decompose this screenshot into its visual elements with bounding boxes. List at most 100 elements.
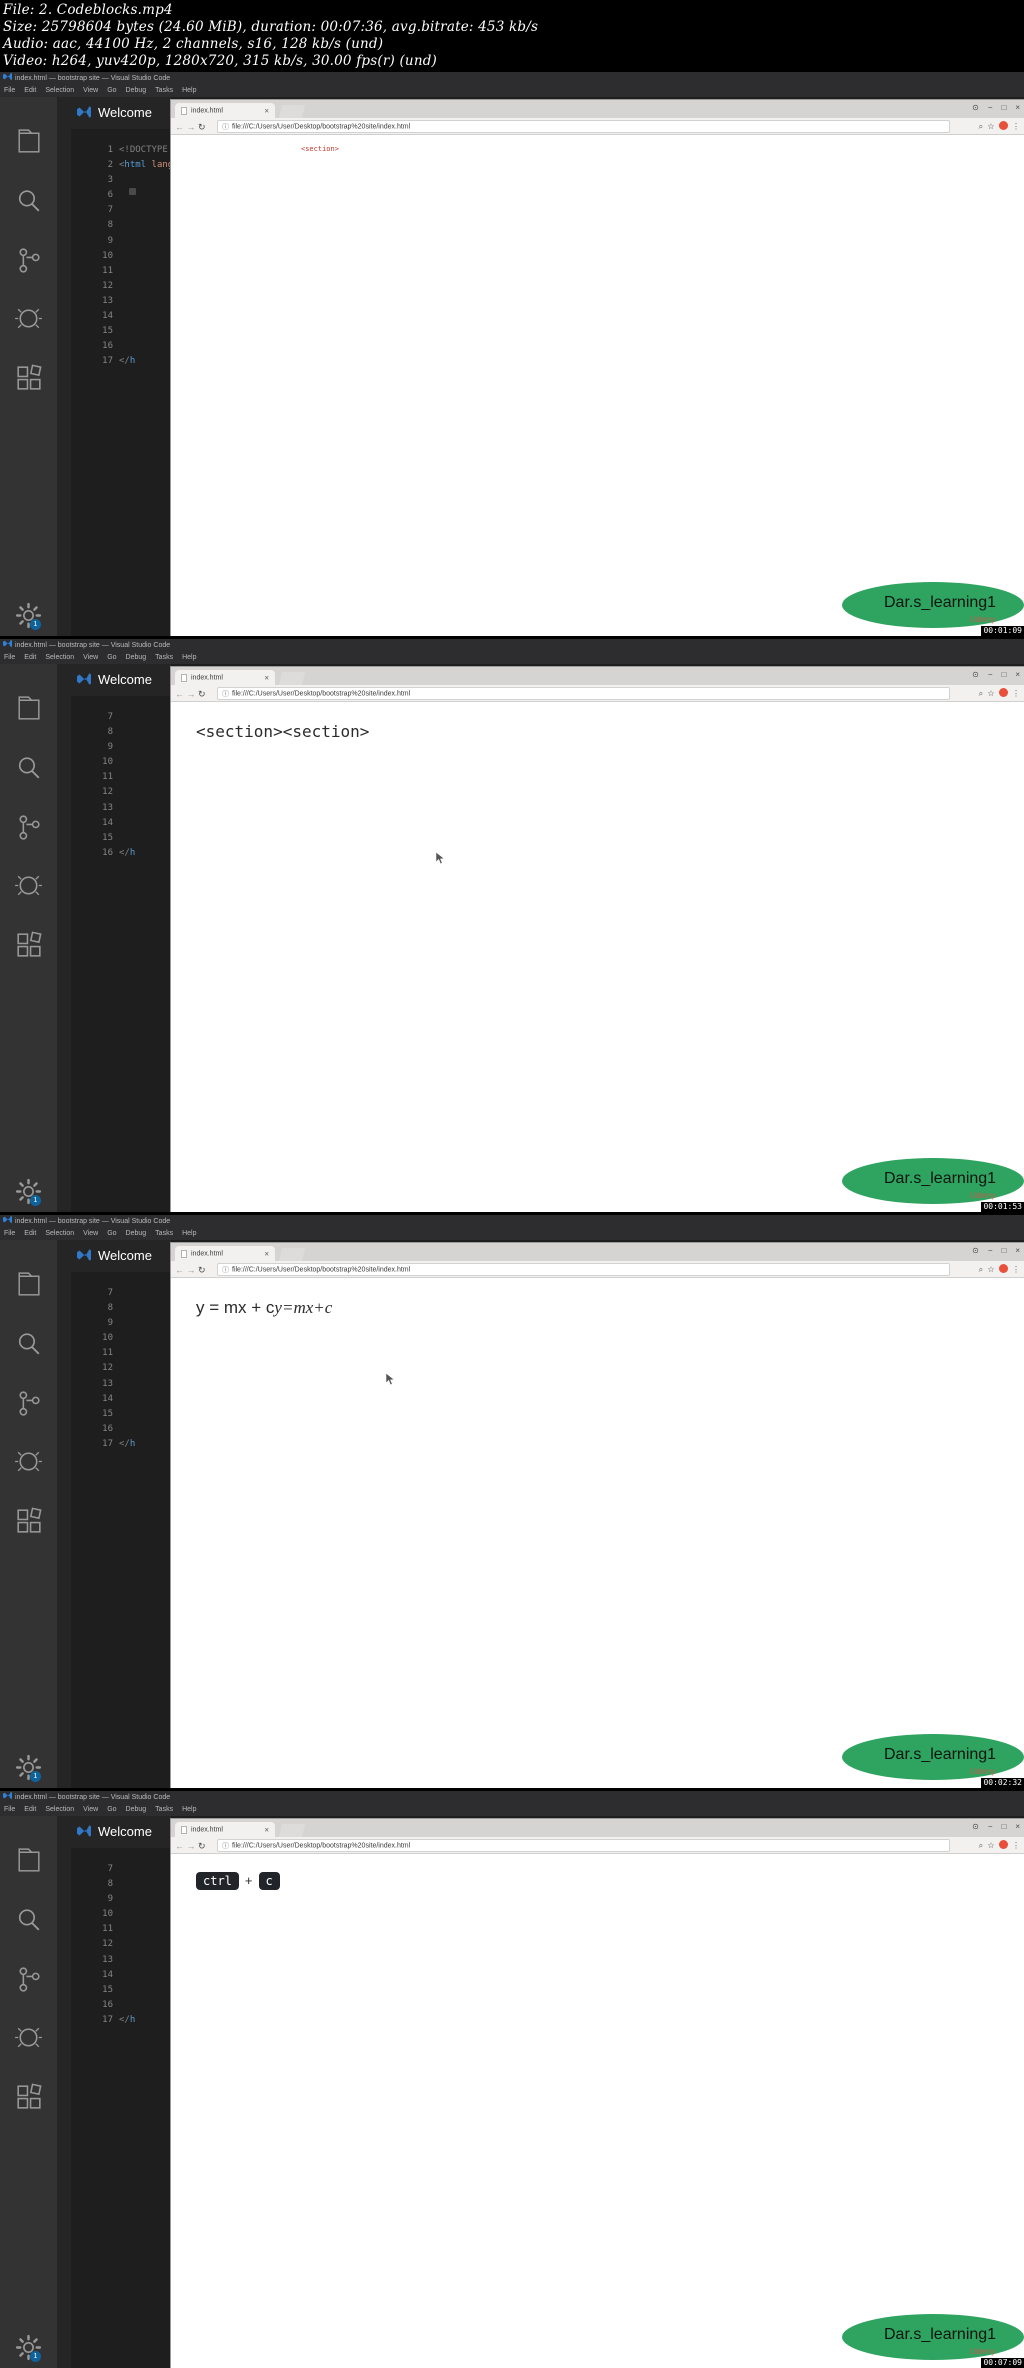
close-tab-icon[interactable]: × xyxy=(264,106,269,115)
extension-block-icon[interactable] xyxy=(998,688,1008,697)
source-control-icon[interactable] xyxy=(12,1962,45,1995)
new-tab-button[interactable] xyxy=(279,1248,305,1261)
run-debug-icon[interactable] xyxy=(12,869,45,902)
close-tab-icon[interactable]: × xyxy=(264,1825,269,1834)
browser-nav-buttons[interactable]: ← → ↻ xyxy=(175,1841,206,1852)
menu-item-help[interactable]: Help xyxy=(182,654,196,661)
window-control-close[interactable]: × xyxy=(1015,670,1020,679)
menu-item-debug[interactable]: Debug xyxy=(126,654,147,661)
vscode-tab-welcome[interactable]: Welcome xyxy=(71,1240,171,1272)
menu-item-file[interactable]: File xyxy=(4,1230,15,1237)
vscode-editor[interactable]: 12367891011121314151617<!DOCTYPE html><h… xyxy=(71,129,171,636)
window-control-maximize[interactable]: □ xyxy=(1001,1822,1006,1831)
close-tab-icon[interactable]: × xyxy=(264,1249,269,1258)
browser-window-controls[interactable]: ⊙ − □ × xyxy=(963,1822,1020,1831)
reload-icon[interactable]: ↻ xyxy=(198,122,206,132)
browser-menu-icon[interactable]: ⋮ xyxy=(1012,689,1020,698)
source-control-icon[interactable] xyxy=(12,243,45,276)
window-control-minimize[interactable]: − xyxy=(988,103,993,112)
run-debug-icon[interactable] xyxy=(12,1445,45,1478)
browser-nav-buttons[interactable]: ← → ↻ xyxy=(175,689,206,700)
menu-item-tasks[interactable]: Tasks xyxy=(155,1230,173,1237)
browser-tab[interactable]: index.html × xyxy=(175,1246,275,1261)
browser-page-content[interactable]: y = mx + cy=mx+c xyxy=(171,1278,1024,1788)
browser-address-bar[interactable]: ⓘ file:///C:/Users/User/Desktop/bootstrap… xyxy=(217,1839,950,1852)
menu-item-selection[interactable]: Selection xyxy=(45,1806,74,1813)
explorer-icon[interactable] xyxy=(12,1844,45,1877)
menu-item-tasks[interactable]: Tasks xyxy=(155,87,173,94)
menu-item-view[interactable]: View xyxy=(83,1806,98,1813)
menu-item-debug[interactable]: Debug xyxy=(126,1230,147,1237)
menu-item-file[interactable]: File xyxy=(4,1806,15,1813)
explorer-icon[interactable] xyxy=(12,692,45,725)
browser-nav-buttons[interactable]: ← → ↻ xyxy=(175,122,206,133)
browser-address-bar[interactable]: ⓘ file:///C:/Users/User/Desktop/bootstrap… xyxy=(217,120,950,133)
window-control-minimize[interactable]: − xyxy=(988,1246,993,1255)
extension-block-icon[interactable] xyxy=(998,121,1008,130)
bookmark-star-icon[interactable]: ☆ xyxy=(988,1841,995,1850)
source-control-icon[interactable] xyxy=(12,1386,45,1419)
extensions-icon[interactable] xyxy=(12,2080,45,2113)
window-control-close[interactable]: × xyxy=(1015,1246,1020,1255)
reload-icon[interactable]: ↻ xyxy=(198,1265,206,1275)
browser-address-bar[interactable]: ⓘ file:///C:/Users/User/Desktop/bootstrap… xyxy=(217,687,950,700)
browser-window-controls[interactable]: ⊙ − □ × xyxy=(963,103,1020,112)
search-icon[interactable] xyxy=(12,184,45,217)
vscode-editor[interactable]: 7 8 9 10 11 12 13 14 15 16 </h xyxy=(71,696,171,1212)
window-control-close[interactable]: × xyxy=(1015,103,1020,112)
browser-menu-icon[interactable]: ⋮ xyxy=(1012,1841,1020,1850)
back-icon[interactable]: ← xyxy=(175,1841,184,1851)
browser-address-bar[interactable]: ⓘ file:///C:/Users/User/Desktop/bootstrap… xyxy=(217,1263,950,1276)
vscode-tab-welcome[interactable]: Welcome xyxy=(71,664,171,696)
forward-icon[interactable]: → xyxy=(187,689,196,699)
window-control-maximize[interactable]: □ xyxy=(1001,670,1006,679)
back-icon[interactable]: ← xyxy=(175,689,184,699)
window-control-menu[interactable]: ⊙ xyxy=(972,1246,979,1255)
window-control-minimize[interactable]: − xyxy=(988,1822,993,1831)
search-icon[interactable]: ⌕ xyxy=(979,1265,983,1274)
reload-icon[interactable]: ↻ xyxy=(198,1841,206,1851)
browser-nav-buttons[interactable]: ← → ↻ xyxy=(175,1265,206,1276)
extensions-icon[interactable] xyxy=(12,1504,45,1537)
forward-icon[interactable]: → xyxy=(187,1841,196,1851)
window-control-menu[interactable]: ⊙ xyxy=(972,1822,979,1831)
search-icon[interactable]: ⌕ xyxy=(979,122,983,131)
new-tab-button[interactable] xyxy=(279,1824,305,1837)
menu-item-tasks[interactable]: Tasks xyxy=(155,654,173,661)
extension-block-icon[interactable] xyxy=(998,1264,1008,1273)
bookmark-star-icon[interactable]: ☆ xyxy=(988,1265,995,1274)
browser-window-controls[interactable]: ⊙ − □ × xyxy=(963,670,1020,679)
menu-item-selection[interactable]: Selection xyxy=(45,654,74,661)
menu-item-edit[interactable]: Edit xyxy=(24,87,36,94)
menu-item-selection[interactable]: Selection xyxy=(45,87,74,94)
search-icon[interactable]: ⌕ xyxy=(979,689,983,698)
close-tab-icon[interactable]: × xyxy=(264,673,269,682)
back-icon[interactable]: ← xyxy=(175,1265,184,1275)
explorer-icon[interactable] xyxy=(12,125,45,158)
browser-toolbar-actions[interactable]: ⌕ ☆ ⋮ xyxy=(979,1264,1020,1275)
browser-toolbar-actions[interactable]: ⌕ ☆ ⋮ xyxy=(979,688,1020,699)
site-info-icon[interactable]: ⓘ xyxy=(222,1265,229,1275)
window-control-menu[interactable]: ⊙ xyxy=(972,670,979,679)
browser-toolbar-actions[interactable]: ⌕ ☆ ⋮ xyxy=(979,1840,1020,1851)
window-control-maximize[interactable]: □ xyxy=(1001,103,1006,112)
folded-region-marker[interactable] xyxy=(129,188,136,195)
new-tab-button[interactable] xyxy=(279,672,305,685)
menu-item-edit[interactable]: Edit xyxy=(24,1230,36,1237)
browser-tab[interactable]: index.html × xyxy=(175,1822,275,1837)
menu-item-debug[interactable]: Debug xyxy=(126,87,147,94)
bookmark-star-icon[interactable]: ☆ xyxy=(988,689,995,698)
search-icon[interactable] xyxy=(12,1327,45,1360)
browser-page-content[interactable]: <section><section> xyxy=(171,702,1024,1212)
source-control-icon[interactable] xyxy=(12,810,45,843)
window-control-menu[interactable]: ⊙ xyxy=(972,103,979,112)
window-control-maximize[interactable]: □ xyxy=(1001,1246,1006,1255)
forward-icon[interactable]: → xyxy=(187,1265,196,1275)
forward-icon[interactable]: → xyxy=(187,122,196,132)
vscode-tab-welcome[interactable]: Welcome xyxy=(71,97,171,129)
site-info-icon[interactable]: ⓘ xyxy=(222,689,229,699)
menu-item-debug[interactable]: Debug xyxy=(126,1806,147,1813)
site-info-icon[interactable]: ⓘ xyxy=(222,1841,229,1851)
run-debug-icon[interactable] xyxy=(12,2021,45,2054)
vscode-editor[interactable]: 7 8 9 10 11 12 13 14 15 16 17 </h xyxy=(71,1272,171,1788)
